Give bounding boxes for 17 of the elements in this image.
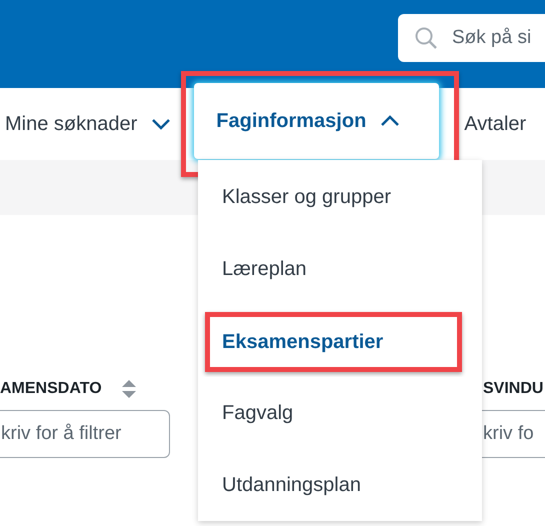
column-header[interactable]: SVINDU xyxy=(479,380,544,398)
sort-icon[interactable] xyxy=(122,380,136,398)
search-field[interactable]: Søk på si xyxy=(398,14,545,62)
dropdown-item[interactable]: Klasser og grupper xyxy=(198,161,482,233)
nav-menu-item[interactable]: Faginformasjon xyxy=(194,83,440,159)
filter-field[interactable]: kriv for å filtrer xyxy=(0,410,170,458)
dropdown-item[interactable]: Læreplan xyxy=(198,233,482,305)
dropdown-item[interactable]: Utdanningsplan xyxy=(198,449,482,521)
chevron-icon xyxy=(151,118,172,130)
column-header[interactable]: AMENSDATO xyxy=(0,380,136,398)
chevron-icon xyxy=(380,115,400,127)
nav-menu-item[interactable]: Mine søknader xyxy=(5,112,172,136)
dropdown-item[interactable]: Eksamenspartier xyxy=(205,312,462,372)
search-icon xyxy=(414,26,438,50)
nav-menu-item[interactable]: Avtaler xyxy=(464,112,526,136)
filter-field[interactable]: kriv fo xyxy=(482,410,545,458)
dropdown-item[interactable]: Fagvalg xyxy=(198,377,482,449)
